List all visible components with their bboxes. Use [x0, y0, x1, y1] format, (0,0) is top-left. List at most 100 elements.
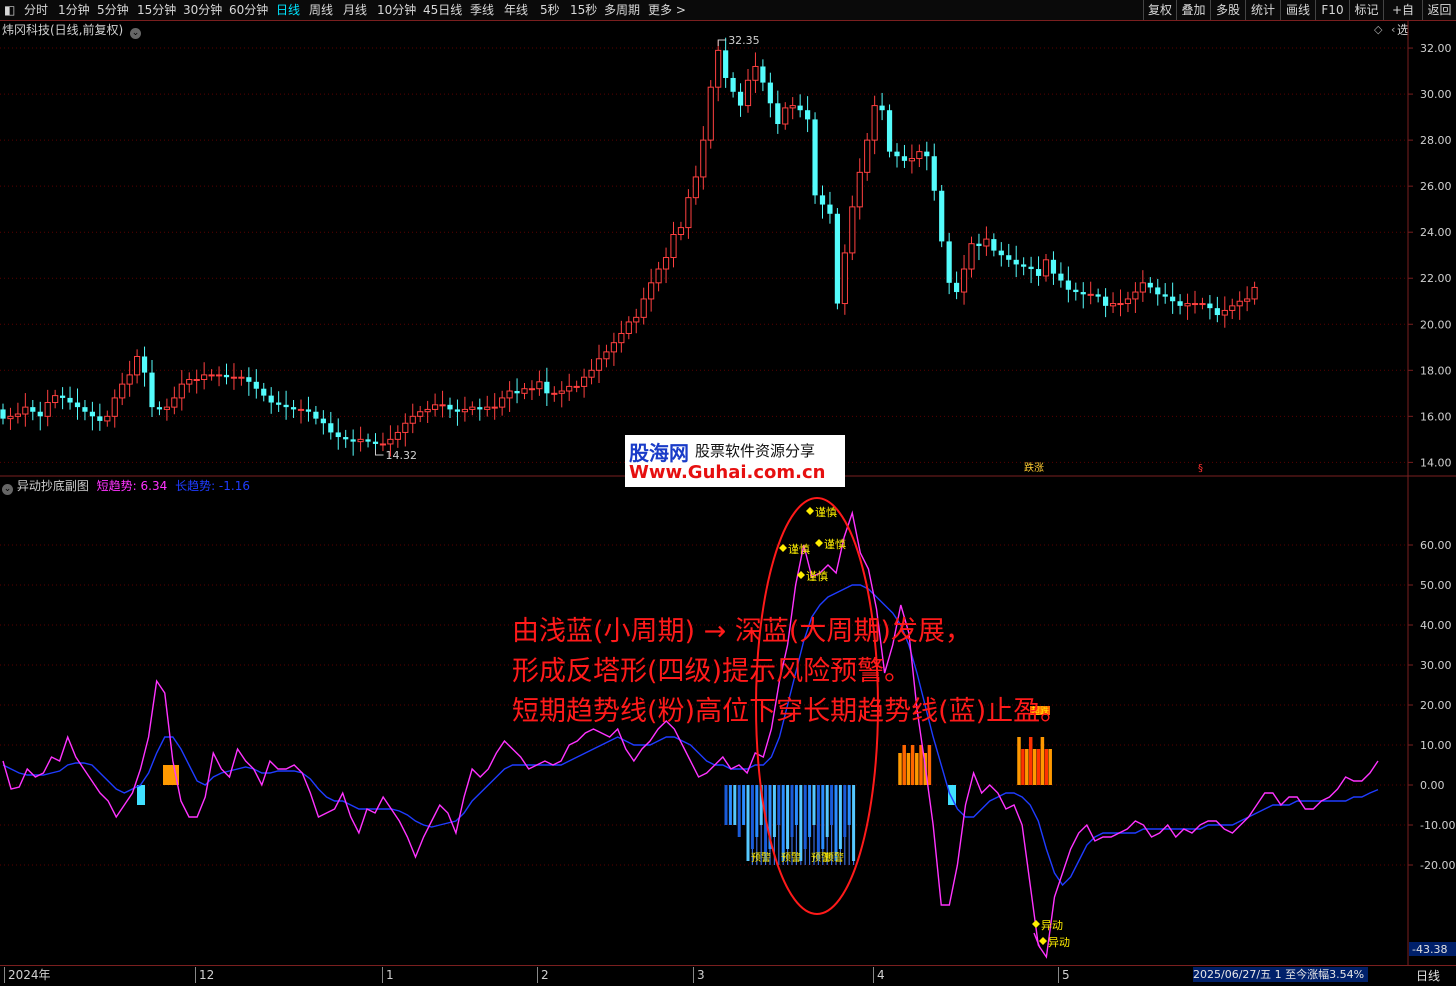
candle: [1207, 295, 1213, 320]
candle: [320, 410, 326, 435]
candle: [1065, 266, 1071, 303]
x-tick-label: 5: [1058, 967, 1070, 983]
date-info: 2025/06/27/五 1 至今涨幅3.54%: [1193, 967, 1368, 982]
short-trend-line: [2, 510, 1379, 959]
candle: [469, 401, 476, 416]
candle: [0, 403, 6, 425]
y-tick-label: 40.00: [1420, 619, 1452, 632]
y-tick-label: 18.00: [1420, 364, 1452, 377]
signal-bar: [838, 785, 842, 849]
candle: [670, 221, 677, 268]
candle: [782, 102, 789, 130]
candle: [305, 396, 312, 422]
signal-bar: [1048, 749, 1052, 785]
candle: [819, 185, 826, 219]
candle: [208, 369, 215, 381]
signal-bar: [772, 785, 776, 837]
candle: [983, 226, 990, 256]
x-tick-label: 1: [382, 967, 394, 983]
signal-bar: [1021, 749, 1025, 785]
y-tick-label: 14.00: [1420, 456, 1452, 469]
annotation-line: 形成反塔形(四级)提示风险预警。: [512, 656, 912, 687]
signal-bar: [927, 745, 932, 785]
candle: [581, 368, 588, 398]
signal-bar: [137, 785, 145, 805]
y-tick-label: 22.00: [1420, 272, 1452, 285]
candle: [1139, 270, 1146, 302]
candle: [886, 104, 893, 158]
signal-bar: [898, 753, 902, 785]
candle: [551, 386, 558, 402]
candle: [998, 242, 1004, 267]
candle: [7, 407, 14, 430]
candle: [491, 393, 498, 420]
signal-bar: [728, 785, 732, 825]
top-right-icons: ◇ ‹: [1374, 23, 1395, 36]
candle: [1199, 297, 1206, 310]
candle: [566, 373, 573, 401]
annotation-text: 由浅蓝(小周期) → 深蓝(大周期)发展， 形成反塔形(四级)提示风险预警。 短…: [512, 612, 1067, 732]
signal-bar: [1036, 749, 1041, 785]
y-tick-label: 24.00: [1420, 226, 1452, 239]
candle: [447, 397, 453, 418]
warning-label: 预警: [781, 851, 801, 864]
candle: [149, 359, 155, 418]
candle: [409, 403, 416, 434]
candle: [290, 399, 297, 418]
candle: [1042, 254, 1050, 282]
candle: [767, 72, 773, 118]
y-tick-label: 28.00: [1420, 134, 1452, 147]
candle: [402, 413, 409, 447]
low-label: 14.32: [386, 449, 418, 462]
candle: [365, 433, 371, 448]
period-label[interactable]: 日线: [1416, 967, 1440, 984]
candle: [1251, 281, 1258, 305]
signal-marker: 谨慎: [797, 569, 828, 583]
candle: [1013, 245, 1019, 278]
svg-text:谨慎: 谨慎: [788, 542, 810, 556]
signal-bar: [742, 785, 746, 825]
candle: [1191, 290, 1199, 314]
x-tick-label: 2: [537, 967, 549, 983]
candle: [44, 389, 51, 427]
candle: [946, 232, 952, 295]
y-tick-label: 0.00: [1420, 779, 1445, 792]
candle: [805, 96, 811, 133]
candle: [707, 80, 714, 149]
candle: [1058, 262, 1064, 288]
candle: [528, 380, 536, 400]
svg-text:异动: 异动: [1048, 936, 1070, 949]
signal-bar: [816, 785, 820, 861]
candle: [514, 378, 520, 404]
diamond-icon[interactable]: ◇: [1374, 23, 1383, 36]
signal-bar: [1017, 737, 1021, 785]
candle: [477, 398, 483, 421]
logo-slogan: 股票软件资源分享: [695, 442, 816, 460]
candle: [1095, 288, 1101, 303]
candle: [841, 244, 848, 315]
svg-text:异动: 异动: [1041, 919, 1063, 932]
collapse-icon[interactable]: ⌄: [2, 484, 13, 495]
y-tick-label: 20.00: [1420, 318, 1452, 331]
chevron-left-icon[interactable]: ‹: [1391, 23, 1395, 36]
candle: [1080, 282, 1086, 309]
candle: [193, 369, 200, 394]
signal-bar: [825, 785, 829, 837]
y-tick-label: 26.00: [1420, 180, 1452, 193]
candle: [871, 95, 878, 155]
signal-bar: [808, 785, 812, 837]
signal-bar: [733, 785, 737, 825]
y-tick-label: -10.00: [1420, 819, 1455, 832]
candle: [618, 320, 625, 353]
candle: [931, 143, 937, 201]
candle: [97, 403, 103, 431]
annotation-line: 由浅蓝(小周期) → 深蓝(大周期)发展，: [512, 616, 972, 647]
candle: [141, 346, 148, 387]
bottom-marker: 跌涨: [1024, 461, 1044, 474]
high-pointer: [717, 39, 727, 46]
candle: [1162, 283, 1168, 304]
candle: [37, 401, 43, 431]
signal-bar: [910, 745, 915, 785]
signal-bar: [844, 837, 846, 865]
signal-bar: [794, 785, 798, 825]
